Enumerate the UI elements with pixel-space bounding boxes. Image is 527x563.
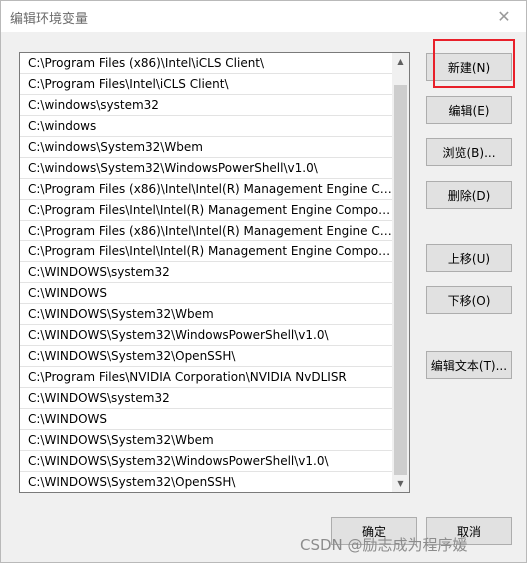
path-list-item[interactable]: C:\windows\system32: [20, 95, 392, 116]
path-list-item[interactable]: C:\WINDOWS\System32\OpenSSH\: [20, 472, 392, 492]
move-down-button[interactable]: 下移(O): [426, 286, 512, 314]
path-list-item[interactable]: C:\windows: [20, 116, 392, 137]
path-list-item[interactable]: C:\Program Files\Intel\Intel(R) Manageme…: [20, 241, 392, 263]
path-list-item[interactable]: C:\WINDOWS\System32\OpenSSH\: [20, 346, 392, 368]
watermark: CSDN @励志成为程序媛: [300, 536, 468, 554]
path-list-item[interactable]: C:\Program Files\NVIDIA Corporation\NVID…: [20, 367, 392, 388]
title-bar: 编辑环境变量 ✕: [0, 0, 527, 32]
path-list-item[interactable]: C:\Program Files\Intel\Intel(R) Manageme…: [20, 200, 392, 221]
new-button[interactable]: 新建(N): [426, 53, 512, 81]
path-list-item[interactable]: C:\WINDOWS\System32\Wbem: [20, 430, 392, 451]
delete-button[interactable]: 删除(D): [426, 181, 512, 209]
move-up-button[interactable]: 上移(U): [426, 244, 512, 272]
vertical-scrollbar[interactable]: ▲ ▼: [392, 53, 409, 492]
path-list-item[interactable]: C:\WINDOWS\System32\Wbem: [20, 304, 392, 326]
path-list-item[interactable]: C:\WINDOWS: [20, 283, 392, 305]
path-list-item[interactable]: C:\WINDOWS\system32: [20, 388, 392, 409]
path-list-item[interactable]: C:\Program Files (x86)\Intel\iCLS Client…: [20, 53, 392, 74]
path-list-item[interactable]: C:\windows\System32\WindowsPowerShell\v1…: [20, 158, 392, 179]
browse-button[interactable]: 浏览(B)...: [426, 138, 512, 166]
edit-button[interactable]: 编辑(E): [426, 96, 512, 124]
path-list-item[interactable]: C:\WINDOWS\System32\WindowsPowerShell\v1…: [20, 325, 392, 347]
path-list-item[interactable]: C:\WINDOWS\System32\WindowsPowerShell\v1…: [20, 451, 392, 472]
edit-text-button[interactable]: 编辑文本(T)...: [426, 351, 512, 379]
path-list: C:\Program Files (x86)\Intel\iCLS Client…: [20, 53, 392, 492]
path-list-item[interactable]: C:\WINDOWS: [20, 409, 392, 430]
scroll-thumb[interactable]: [394, 85, 407, 475]
path-list-item[interactable]: C:\Program Files\Intel\iCLS Client\: [20, 74, 392, 95]
path-list-item[interactable]: C:\Program Files (x86)\Intel\Intel(R) Ma…: [20, 179, 392, 200]
path-list-item[interactable]: C:\windows\System32\Wbem: [20, 137, 392, 158]
path-list-item[interactable]: C:\WINDOWS\system32: [20, 262, 392, 284]
path-listbox[interactable]: C:\Program Files (x86)\Intel\iCLS Client…: [19, 52, 410, 493]
scroll-up-arrow-icon[interactable]: ▲: [392, 53, 409, 70]
path-list-item[interactable]: C:\Program Files (x86)\Intel\Intel(R) Ma…: [20, 221, 392, 242]
close-icon[interactable]: ✕: [481, 0, 527, 32]
window-title: 编辑环境变量: [10, 12, 89, 27]
scroll-down-arrow-icon[interactable]: ▼: [392, 475, 409, 492]
